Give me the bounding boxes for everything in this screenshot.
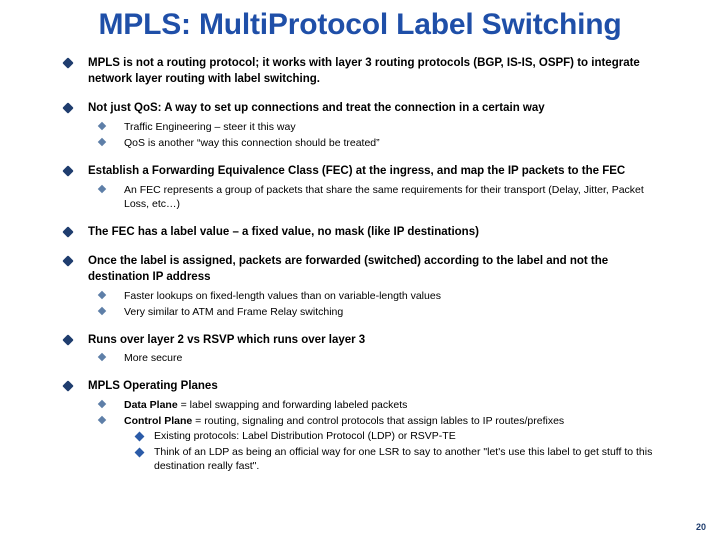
diamond-bullet-icon bbox=[62, 57, 74, 69]
diamond-subsubbullet-icon bbox=[134, 447, 145, 458]
bullet-text: Not just QoS: A way to set up connection… bbox=[88, 102, 545, 115]
diamond-subbullet-icon bbox=[97, 184, 107, 193]
diamond-subbullet-icon bbox=[97, 137, 107, 147]
bullet-text: The FEC has a label value – a fixed valu… bbox=[88, 225, 479, 238]
slide: MPLS: MultiProtocol Label Switching MPLS… bbox=[0, 0, 720, 540]
diamond-bullet-icon bbox=[62, 102, 74, 114]
bullet-item-level2: More secure bbox=[0, 351, 720, 365]
bullet-item-level2: Control Plane = routing, signaling and c… bbox=[0, 414, 720, 428]
diamond-subbullet-icon bbox=[97, 399, 107, 409]
slide-title: MPLS: MultiProtocol Label Switching bbox=[98, 8, 622, 41]
diamond-bullet-icon bbox=[62, 226, 74, 238]
bullet-lead-text: Data Plane bbox=[124, 399, 178, 412]
bullet-item-level2: Data Plane = label swapping and forwardi… bbox=[0, 398, 720, 412]
bullet-lead-text: Control Plane bbox=[124, 415, 193, 428]
diamond-subbullet-icon bbox=[97, 415, 107, 425]
bullet-text: Traffic Engineering – steer it this way bbox=[124, 120, 296, 133]
diamond-subsubbullet-icon bbox=[134, 431, 145, 442]
bullet-item-level1: Once the label is assigned, packets are … bbox=[0, 254, 720, 285]
slide-body: MPLS is not a routing protocol; it works… bbox=[0, 56, 720, 474]
bullet-text: Existing protocols: Label Distribution P… bbox=[154, 430, 456, 443]
diamond-bullet-icon bbox=[62, 380, 74, 393]
bullet-item-level2: Traffic Engineering – steer it this way bbox=[0, 120, 720, 134]
bullet-text: Think of an LDP as being an official way… bbox=[154, 446, 653, 472]
bullet-text: MPLS Operating Planes bbox=[88, 380, 218, 393]
bullet-item-level2: An FEC represents a group of packets tha… bbox=[0, 183, 720, 211]
diamond-subbullet-icon bbox=[97, 353, 107, 362]
bullet-text: Faster lookups on fixed-length values th… bbox=[124, 289, 441, 302]
bullet-item-level1: The FEC has a label value – a fixed valu… bbox=[0, 225, 720, 241]
bullet-item-level1: MPLS Operating Planes bbox=[0, 379, 720, 395]
diamond-bullet-icon bbox=[62, 255, 74, 268]
bullet-item-level2: Faster lookups on fixed-length values th… bbox=[0, 289, 720, 303]
bullet-item-level1: Not just QoS: A way to set up connection… bbox=[0, 101, 720, 117]
bullet-text: Establish a Forwarding Equivalence Class… bbox=[88, 165, 626, 177]
bullet-item-level1: Establish a Forwarding Equivalence Class… bbox=[0, 164, 720, 180]
bullet-item-level2: QoS is another “way this connection shou… bbox=[0, 136, 720, 150]
bullet-item-level1: MPLS is not a routing protocol; it works… bbox=[0, 56, 720, 87]
bullet-item-level2: Very similar to ATM and Frame Relay swit… bbox=[0, 305, 720, 319]
bullet-text: Runs over layer 2 vs RSVP which runs ove… bbox=[88, 333, 366, 346]
diamond-bullet-icon bbox=[62, 334, 74, 346]
bullet-text: Very similar to ATM and Frame Relay swit… bbox=[124, 305, 344, 318]
bullet-text: Once the label is assigned, packets are … bbox=[88, 255, 609, 283]
diamond-subbullet-icon bbox=[97, 121, 107, 131]
bullet-text: = label swapping and forwarding labeled … bbox=[177, 399, 408, 412]
bullet-item-level3: Think of an LDP as being an official way… bbox=[0, 446, 720, 474]
bullet-text: MPLS is not a routing protocol; it works… bbox=[88, 57, 640, 85]
bullet-text: QoS is another “way this connection shou… bbox=[124, 136, 380, 149]
bullet-text: An FEC represents a group of packets tha… bbox=[124, 183, 644, 210]
bullet-item-level3: Existing protocols: Label Distribution P… bbox=[0, 430, 720, 444]
diamond-bullet-icon bbox=[62, 165, 74, 177]
diamond-subbullet-icon bbox=[97, 290, 107, 299]
bullet-text: = routing, signaling and control protoco… bbox=[192, 415, 565, 428]
bullet-text: More secure bbox=[124, 352, 183, 365]
bullet-item-level1: Runs over layer 2 vs RSVP which runs ove… bbox=[0, 333, 720, 349]
page-number: 20 bbox=[695, 522, 706, 532]
diamond-subbullet-icon bbox=[97, 306, 107, 315]
